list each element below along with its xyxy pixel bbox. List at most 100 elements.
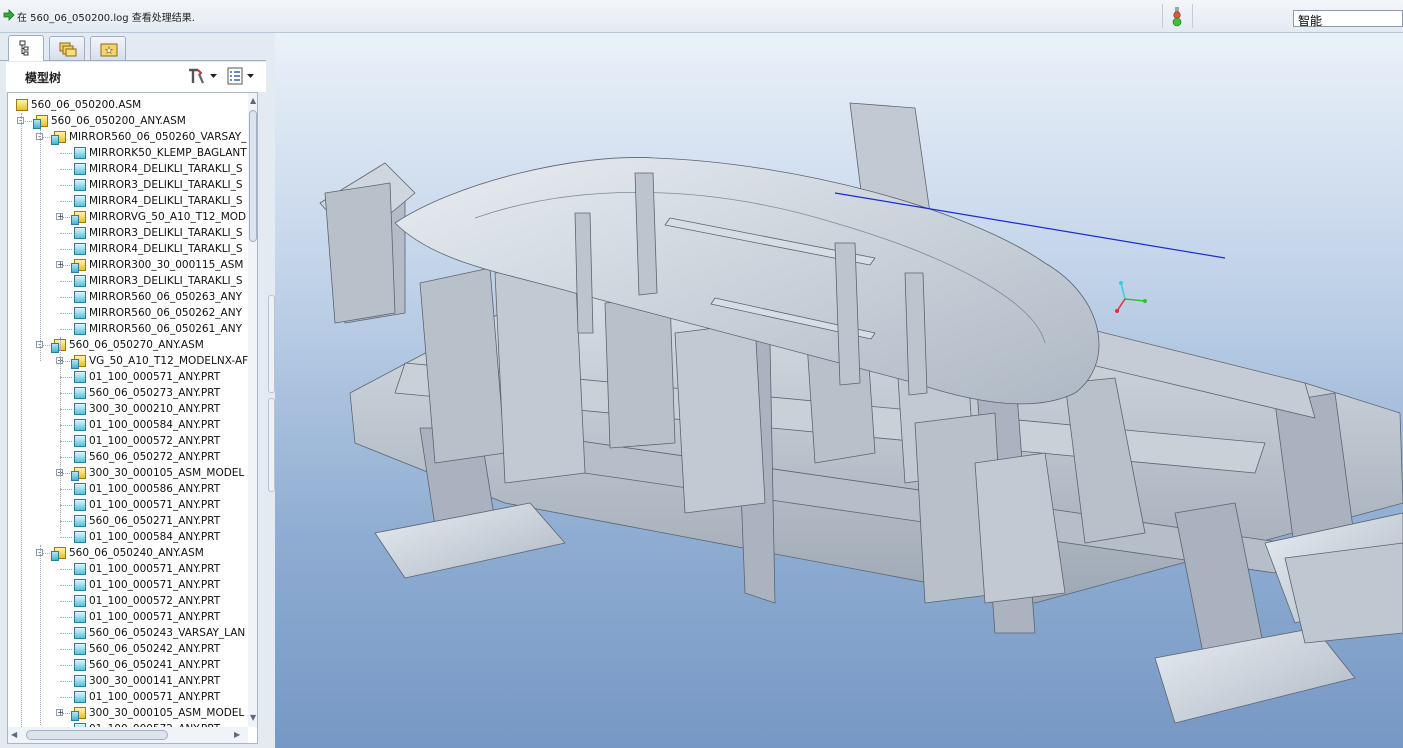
tree-item-assembly[interactable]: +300_30_000105_ASM_MODEL [8,705,248,721]
tree-item-part[interactable]: MIRRORK50_KLEMP_BAGLANT [8,145,248,161]
tree-item-part[interactable]: MIRROR4_DELIKLI_TARAKLI_S [8,161,248,177]
tree-connector [60,153,72,154]
tree-item-part[interactable]: MIRROR4_DELIKLI_TARAKLI_S [8,241,248,257]
tree-item-part[interactable]: 560_06_050271_ANY.PRT [8,513,248,529]
expand-icon[interactable]: + [56,213,64,221]
model-tree-icon [19,40,29,56]
tree-connector [60,337,61,533]
part-icon [74,691,86,703]
scroll-up-icon[interactable]: ▲ [250,96,256,105]
tree-item-assembly[interactable]: - MIRROR560_06_050260_VARSAY_ [8,129,248,145]
navigator-panel: 模型树 560_06_050200.ASM -560_06_050200_ANY.… [0,33,266,748]
tree-item-label: 560_06_050200.ASM [31,99,142,111]
tree-connector [60,505,72,506]
tree-item-assembly[interactable]: + VG_50_A10_T12_MODELNX-AF [8,353,248,369]
tree-item-part[interactable]: 01_100_000586_ANY.PRT [8,481,248,497]
tree-item-part[interactable]: 560_06_050242_ANY.PRT [8,641,248,657]
part-icon [74,291,86,303]
tree-settings-button[interactable] [186,66,220,86]
scroll-down-icon[interactable]: ▼ [250,713,256,722]
graphics-viewport[interactable] [275,33,1403,748]
tree-item-assembly[interactable]: -560_06_050270_ANY.ASM [8,337,248,353]
tree-item-assembly[interactable]: +300_30_000105_ASM_MODEL [8,465,248,481]
horizontal-scrollbar[interactable]: ◀ ▶ [8,727,248,743]
tree-item-part[interactable]: 560_06_050241_ANY.PRT [8,657,248,673]
sash-grip[interactable] [268,295,275,393]
tree-connector [60,697,72,698]
part-icon [74,163,86,175]
scroll-right-icon[interactable]: ▶ [234,730,240,739]
tree-item-label: MIRROR3_DELIKLI_TARAKLI_S [89,227,243,239]
tree-item-part[interactable]: 560_06_050243_VARSAY_LAN [8,625,248,641]
tree-item-label: 01_100_000572_ANY.PRT [89,595,221,607]
scrollbar-thumb[interactable] [26,730,168,740]
tab-favorites[interactable] [90,36,126,60]
part-icon [74,195,86,207]
tree-item-label: 560_06_050240_ANY.ASM [69,547,204,559]
tree-item-part[interactable]: 01_100_000571_ANY.PRT [8,609,248,625]
sash-grip[interactable] [268,398,275,492]
tree-item-label: 560_06_050272_ANY.PRT [89,451,221,463]
tree-item-label: 01_100_000586_ANY.PRT [89,483,221,495]
tree-item-part[interactable]: MIRROR3_DELIKLI_TARAKLI_S [8,225,248,241]
tree-item-part[interactable]: 01_100_000571_ANY.PRT [8,689,248,705]
tree-item-part[interactable]: MIRROR3_DELIKLI_TARAKLI_S [8,273,248,289]
tree-item-label: 560_06_050243_VARSAY_LAN [89,627,246,639]
selection-filter-input[interactable]: 智能 [1293,10,1403,28]
tree-item-part[interactable]: MIRROR560_06_050262_ANY [8,305,248,321]
tree-item-label: 01_100_000571_ANY.PRT [89,499,221,511]
tree-item-part[interactable]: MIRROR4_DELIKLI_TARAKLI_S [8,193,248,209]
scroll-left-icon[interactable]: ◀ [11,730,17,739]
expand-icon[interactable]: + [56,261,64,269]
tree-item-part[interactable]: MIRROR560_06_050261_ANY [8,321,248,337]
tree-connector [60,633,72,634]
tab-model-tree[interactable] [8,35,44,61]
tree-item-label: MIRROR300_30_000115_ASM [89,259,244,271]
tree-item-part[interactable]: 01_100_000571_ANY.PRT [8,577,248,593]
part-icon [74,179,86,191]
tree-item-part[interactable]: 01_100_000584_ANY.PRT [8,529,248,545]
tree-connector [60,681,72,682]
tree-item-part[interactable]: 300_30_000141_ANY.PRT [8,673,248,689]
part-icon [74,435,86,447]
tree-item-assembly[interactable]: 560_06_050200.ASM [8,97,248,113]
tree-item-part[interactable]: MIRROR560_06_050263_ANY [8,289,248,305]
tab-folder-browser[interactable] [49,36,85,60]
tree-item-assembly[interactable]: -560_06_050240_ANY.ASM [8,545,248,561]
tree-connector [60,249,72,250]
part-icon [74,275,86,287]
tree-connector [60,169,72,170]
assembly-icon [71,467,86,481]
tree-item-part[interactable]: 01_100_000572_ANY.PRT [8,593,248,609]
part-icon [74,387,86,399]
part-icon [74,579,86,591]
tree-item-label: MIRROR560_06_050263_ANY [89,291,242,303]
tree-connector [60,313,72,314]
tree-item-part[interactable]: 01_100_000571_ANY.PRT [8,369,248,385]
panel-sash[interactable] [266,33,275,748]
show-options-button[interactable] [226,66,260,86]
expand-icon[interactable]: + [56,709,64,717]
tree-item-part[interactable]: 01_100_000572_ANY.PRT [8,433,248,449]
tree-item-part[interactable]: 01_100_000571_ANY.PRT [8,497,248,513]
tree-item-part[interactable]: 560_06_050272_ANY.PRT [8,449,248,465]
tree-item-part[interactable]: 300_30_000210_ANY.PRT [8,401,248,417]
tree-item-assembly[interactable]: + MIRRORVG_50_A10_T12_MOD [8,209,248,225]
tree-connector [60,617,72,618]
tree-item-assembly[interactable]: -560_06_050200_ANY.ASM [8,113,248,129]
vertical-scrollbar[interactable]: ▲ ▼ [248,93,257,727]
tree-item-part[interactable]: 01_100_000571_ANY.PRT [8,561,248,577]
tree-item-part[interactable]: 560_06_050273_ANY.PRT [8,385,248,401]
tree-connector [60,537,72,538]
assembly-model[interactable] [275,33,1403,748]
scrollbar-thumb[interactable] [249,110,257,242]
model-tree[interactable]: 560_06_050200.ASM -560_06_050200_ANY.ASM -… [7,92,258,744]
part-icon [74,611,86,623]
traffic-light-icon[interactable] [1170,7,1184,29]
tree-item-part[interactable]: 01_100_000584_ANY.PRT [8,417,248,433]
part-icon [74,595,86,607]
assembly-icon [51,131,66,145]
tree-item-label: 300_30_000210_ANY.PRT [89,403,221,415]
tree-item-assembly[interactable]: + MIRROR300_30_000115_ASM [8,257,248,273]
tree-item-part[interactable]: MIRROR3_DELIKLI_TARAKLI_S [8,177,248,193]
